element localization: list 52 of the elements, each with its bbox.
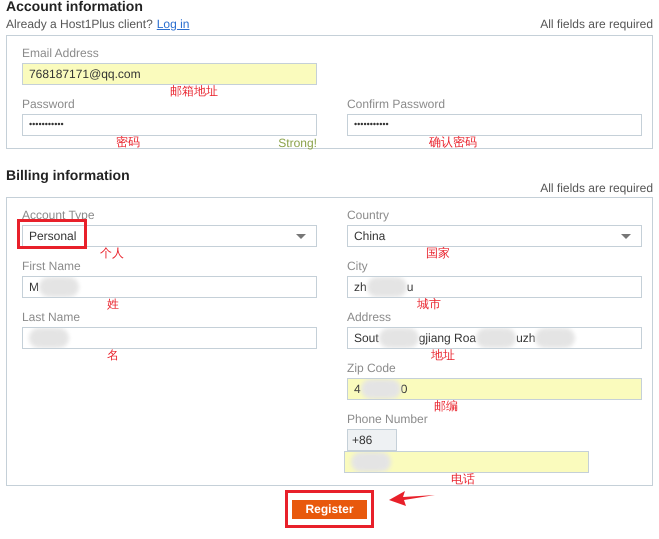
annotation-text: 名 (107, 349, 119, 362)
login-prompt: Already a Host1Plus client? (6, 16, 153, 32)
input-field[interactable]: 768187171@qq.com (22, 63, 317, 85)
blurred-text (351, 452, 391, 472)
dropdown[interactable]: Personal (22, 225, 317, 247)
blurred-text (366, 277, 407, 297)
field-label: Country (347, 208, 390, 223)
annotation-text: 邮编 (434, 400, 458, 413)
phone-prefix: +86 (347, 429, 397, 451)
input-field[interactable] (22, 327, 317, 349)
annotation-text: 姓 (107, 298, 119, 311)
register-button[interactable]: Register (292, 500, 367, 519)
input-field[interactable]: zh u (347, 276, 642, 298)
field-label: Last Name (22, 310, 82, 325)
blurred-text (535, 328, 576, 348)
blurred-text (39, 277, 79, 297)
annotation-text: 城市 (417, 298, 441, 311)
field-label: First Name (22, 259, 82, 274)
field-label: Zip Code (347, 361, 397, 376)
field-label: Confirm Password (347, 97, 446, 112)
section-title: Billing information (6, 167, 131, 184)
input-field[interactable]: 4 0 (347, 378, 642, 400)
strength-text: Strong! (278, 137, 317, 150)
input-field[interactable]: M (22, 276, 317, 298)
dropdown[interactable]: China (347, 225, 642, 247)
annotation-text: 确认密码 (429, 136, 477, 149)
blurred-text (360, 379, 401, 399)
required-note: All fields are required (540, 181, 653, 195)
annotation-text: 电话 (451, 473, 475, 486)
required-note: All fields are required (540, 16, 653, 32)
blurred-text (476, 328, 516, 348)
input-field[interactable] (344, 451, 589, 473)
field-label: Phone Number (347, 412, 429, 427)
annotation-text: 邮箱地址 (170, 85, 218, 98)
annotation-text: 地址 (431, 349, 455, 362)
input-field[interactable]: ••••••••••• (22, 114, 317, 136)
blurred-text (29, 328, 69, 348)
annotation-text: 国家 (426, 247, 450, 260)
input-field[interactable]: ••••••••••• (347, 114, 642, 136)
annotation-text: 个人 (100, 247, 124, 260)
field-label: Address (347, 310, 392, 325)
field-label: City (347, 259, 369, 274)
arrow-icon (389, 490, 435, 506)
section-title: Account information (6, 0, 144, 15)
field-label: Email Address (22, 46, 100, 61)
blurred-text (378, 328, 419, 348)
login-link[interactable]: Log in (156, 16, 190, 32)
annotation-text: 密码 (116, 136, 140, 149)
input-field[interactable]: Sout gjiang Roa uzh (347, 327, 642, 349)
caret-icon (296, 234, 306, 239)
field-label: Password (22, 97, 76, 112)
caret-icon (621, 234, 631, 239)
